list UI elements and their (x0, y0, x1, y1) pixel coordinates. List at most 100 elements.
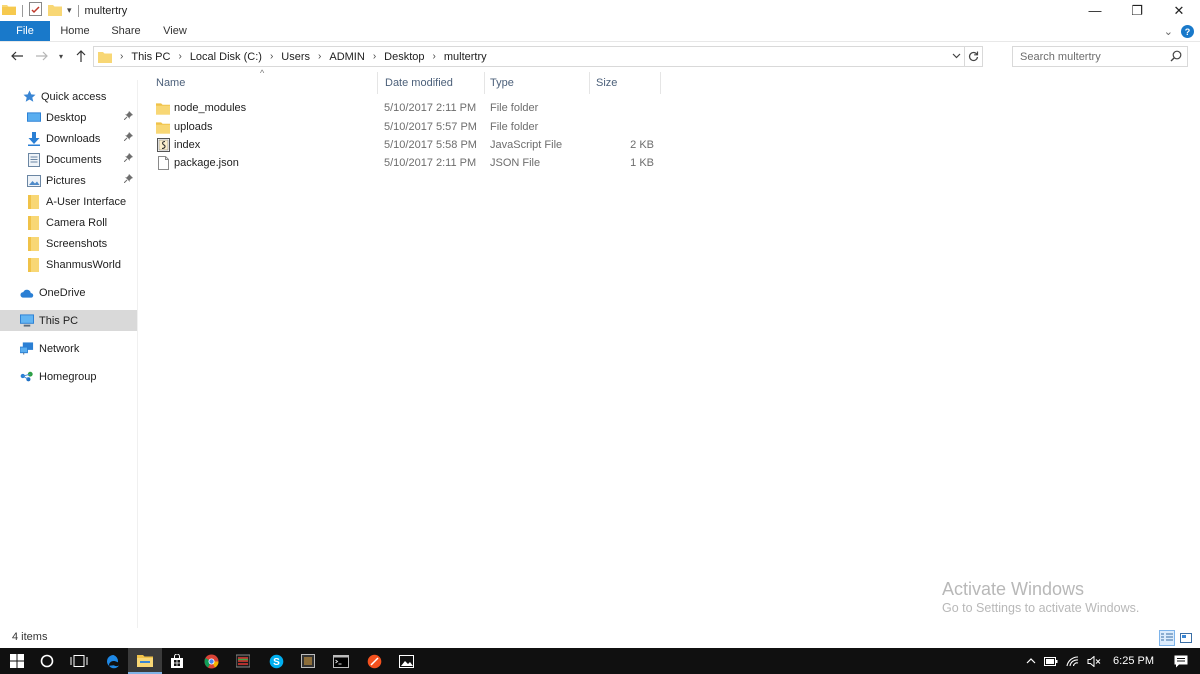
file-explorer-taskbar-icon[interactable] (128, 648, 162, 674)
breadcrumb-current[interactable]: multertry (444, 51, 487, 63)
breadcrumb-users[interactable]: Users (281, 51, 310, 63)
task-view-icon[interactable] (62, 648, 96, 674)
nav-a-user-interface[interactable]: A-User Interface (0, 191, 137, 212)
chevron-right-icon[interactable]: › (178, 51, 181, 62)
back-button[interactable] (6, 45, 28, 67)
file-name-label: uploads (174, 121, 213, 133)
file-name: package.json (156, 154, 239, 172)
nav-documents[interactable]: Documents (0, 149, 137, 170)
file-icon (156, 156, 170, 170)
breadcrumb-admin[interactable]: ADMIN (329, 51, 364, 63)
computer-icon (20, 314, 34, 328)
large-icons-view-icon[interactable] (1178, 630, 1194, 646)
svg-text:S: S (273, 657, 280, 668)
show-hidden-icons-icon[interactable] (1022, 648, 1040, 674)
app-icon[interactable] (357, 648, 391, 674)
tab-view[interactable]: View (152, 21, 198, 41)
nav-desktop[interactable]: Desktop (0, 107, 137, 128)
command-prompt-icon[interactable] (324, 648, 358, 674)
column-type[interactable]: Type (490, 72, 586, 94)
search-input[interactable]: Search multertry (1012, 46, 1188, 67)
details-view-icon[interactable] (1159, 630, 1175, 646)
help-icon[interactable]: ? (1181, 25, 1194, 38)
start-button[interactable] (0, 648, 34, 674)
photos-icon[interactable] (389, 648, 423, 674)
properties-icon[interactable] (29, 2, 42, 19)
file-row[interactable]: package.json 5/10/2017 2:11 PM JSON File… (150, 154, 660, 172)
minimize-button[interactable]: — (1074, 0, 1116, 21)
address-dropdown-icon[interactable] (948, 51, 964, 62)
tab-file[interactable]: File (0, 21, 50, 41)
column-date-modified[interactable]: Date modified (385, 72, 481, 94)
folder-icon (156, 120, 170, 134)
file-row[interactable]: index 5/10/2017 5:58 PM JavaScript File … (150, 136, 660, 154)
column-size[interactable]: Size (596, 72, 656, 94)
battery-icon[interactable] (1040, 648, 1062, 674)
nav-downloads[interactable]: Downloads (0, 128, 137, 149)
breadcrumb-this-pc[interactable]: This PC (131, 51, 170, 63)
up-button[interactable] (70, 45, 92, 67)
column-name[interactable]: Name (156, 72, 372, 94)
pin-icon[interactable] (123, 153, 133, 165)
file-size (590, 99, 654, 117)
downloads-icon (27, 131, 41, 146)
nav-shanmusworld[interactable]: ShanmusWorld (0, 254, 137, 275)
chevron-right-icon[interactable]: › (433, 51, 436, 62)
nav-screenshots[interactable]: Screenshots (0, 233, 137, 254)
file-date: 5/10/2017 2:11 PM (384, 157, 477, 169)
edge-browser-icon[interactable] (96, 648, 130, 674)
pin-icon[interactable] (123, 111, 133, 123)
chevron-right-icon[interactable]: › (318, 51, 321, 62)
breadcrumb-desktop[interactable]: Desktop (384, 51, 424, 63)
app-icon[interactable] (226, 648, 260, 674)
file-size (590, 118, 654, 136)
javascript-file-icon (156, 138, 170, 152)
tab-home[interactable]: Home (50, 21, 100, 41)
column-divider[interactable] (660, 72, 661, 94)
column-divider[interactable] (589, 72, 590, 94)
close-button[interactable]: ✕ (1158, 0, 1200, 21)
new-folder-icon[interactable] (48, 2, 62, 19)
column-divider[interactable] (377, 72, 378, 94)
forward-button[interactable] (31, 45, 53, 67)
nav-label: Downloads (46, 132, 101, 145)
nav-camera-roll[interactable]: Camera Roll (0, 212, 137, 233)
nav-label: Pictures (46, 174, 86, 187)
nav-onedrive[interactable]: OneDrive (0, 282, 137, 303)
wifi-icon[interactable] (1062, 648, 1083, 674)
cortana-search-icon[interactable] (30, 648, 64, 674)
file-name-label: node_modules (174, 102, 247, 114)
folder-icon (27, 194, 41, 209)
nav-quick-access[interactable]: Quick access (0, 86, 137, 107)
app-icon[interactable] (291, 648, 325, 674)
chevron-right-icon[interactable]: › (120, 51, 123, 62)
pin-icon[interactable] (123, 174, 133, 186)
clock[interactable]: 6:25 PM (1105, 655, 1168, 667)
action-center-icon[interactable] (1168, 648, 1200, 674)
status-bar: 4 items (0, 628, 1200, 648)
nav-homegroup[interactable]: Homegroup (0, 366, 137, 387)
volume-muted-icon[interactable] (1083, 648, 1105, 674)
breadcrumb-local-disk[interactable]: Local Disk (C:) (190, 51, 262, 63)
nav-this-pc[interactable]: This PC (0, 310, 137, 331)
chrome-icon[interactable] (194, 648, 228, 674)
chevron-right-icon[interactable]: › (373, 51, 376, 62)
column-divider[interactable] (484, 72, 485, 94)
file-row[interactable]: node_modules 5/10/2017 2:11 PM File fold… (150, 99, 660, 117)
skype-icon[interactable]: S (259, 648, 293, 674)
search-icon[interactable] (1170, 50, 1182, 65)
customize-toolbar-icon[interactable]: ▾ (67, 5, 72, 16)
restore-button[interactable]: ❐ (1116, 0, 1158, 21)
refresh-button[interactable] (964, 47, 982, 66)
file-date: 5/10/2017 5:58 PM (384, 139, 477, 151)
chevron-right-icon[interactable]: › (270, 51, 273, 62)
tab-share[interactable]: Share (100, 21, 152, 41)
pin-icon[interactable] (123, 132, 133, 144)
expand-ribbon-icon[interactable]: ⌄ (1164, 25, 1173, 38)
store-icon[interactable] (160, 648, 194, 674)
nav-pictures[interactable]: Pictures (0, 170, 137, 191)
nav-network[interactable]: Network (0, 338, 137, 359)
address-bar[interactable]: › This PC › Local Disk (C:) › Users › AD… (93, 46, 983, 67)
recent-locations-button[interactable]: ▾ (54, 45, 68, 67)
file-row[interactable]: uploads 5/10/2017 5:57 PM File folder (150, 118, 660, 136)
